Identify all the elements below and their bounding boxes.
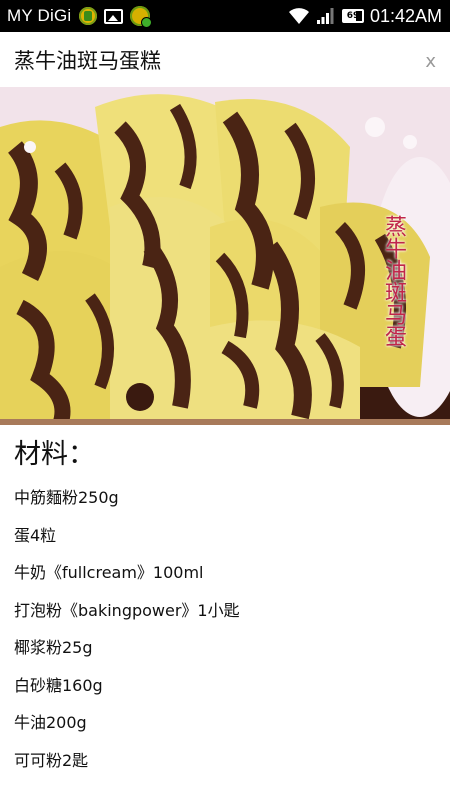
title-bar: 蒸牛油斑马蛋糕 x [0, 32, 450, 87]
image-icon [104, 8, 124, 24]
recipe-photo: 蒸牛油斑马蛋 [0, 87, 450, 425]
ingredient-list: 中筋麵粉250g 蛋4粒 牛奶《fullcream》100ml 打泡粉《baki… [14, 488, 440, 788]
app-notification-icon [79, 7, 98, 25]
close-button[interactable]: x [423, 47, 438, 76]
clock: 01:42AM [369, 5, 442, 26]
recipe-content: 材料： 中筋麵粉250g 蛋4粒 牛奶《fullcream》100ml 打泡粉《… [14, 438, 440, 788]
page-title: 蒸牛油斑马蛋糕 [14, 48, 161, 73]
list-item: 可可粉2匙 [14, 750, 89, 770]
status-indicators: 69 01:42AM [288, 6, 442, 27]
carrier-name: MY DiGi [7, 6, 72, 25]
app-update-icon [130, 6, 153, 28]
list-item: 白砂糖160g [14, 675, 103, 695]
list-item: 中筋麵粉250g [14, 488, 119, 507]
status-bar: MY DiGi 69 01:42AM [0, 0, 450, 32]
list-item: 椰浆粉25g [14, 638, 93, 657]
list-item: 牛油200g [14, 713, 87, 732]
list-item: 蛋4粒 [14, 525, 57, 545]
list-item: 牛奶《fullcream》100ml [14, 563, 204, 582]
signal-icon [316, 8, 334, 24]
section-title-ingredients: 材料： [14, 439, 95, 470]
list-item: 打泡粉《bakingpower》1小匙 [14, 600, 240, 620]
wifi-icon [288, 8, 309, 24]
battery-icon: 69 [341, 9, 364, 23]
battery-level: 69 [346, 11, 360, 21]
image-watermark: 蒸牛油斑马蛋 [381, 215, 406, 347]
